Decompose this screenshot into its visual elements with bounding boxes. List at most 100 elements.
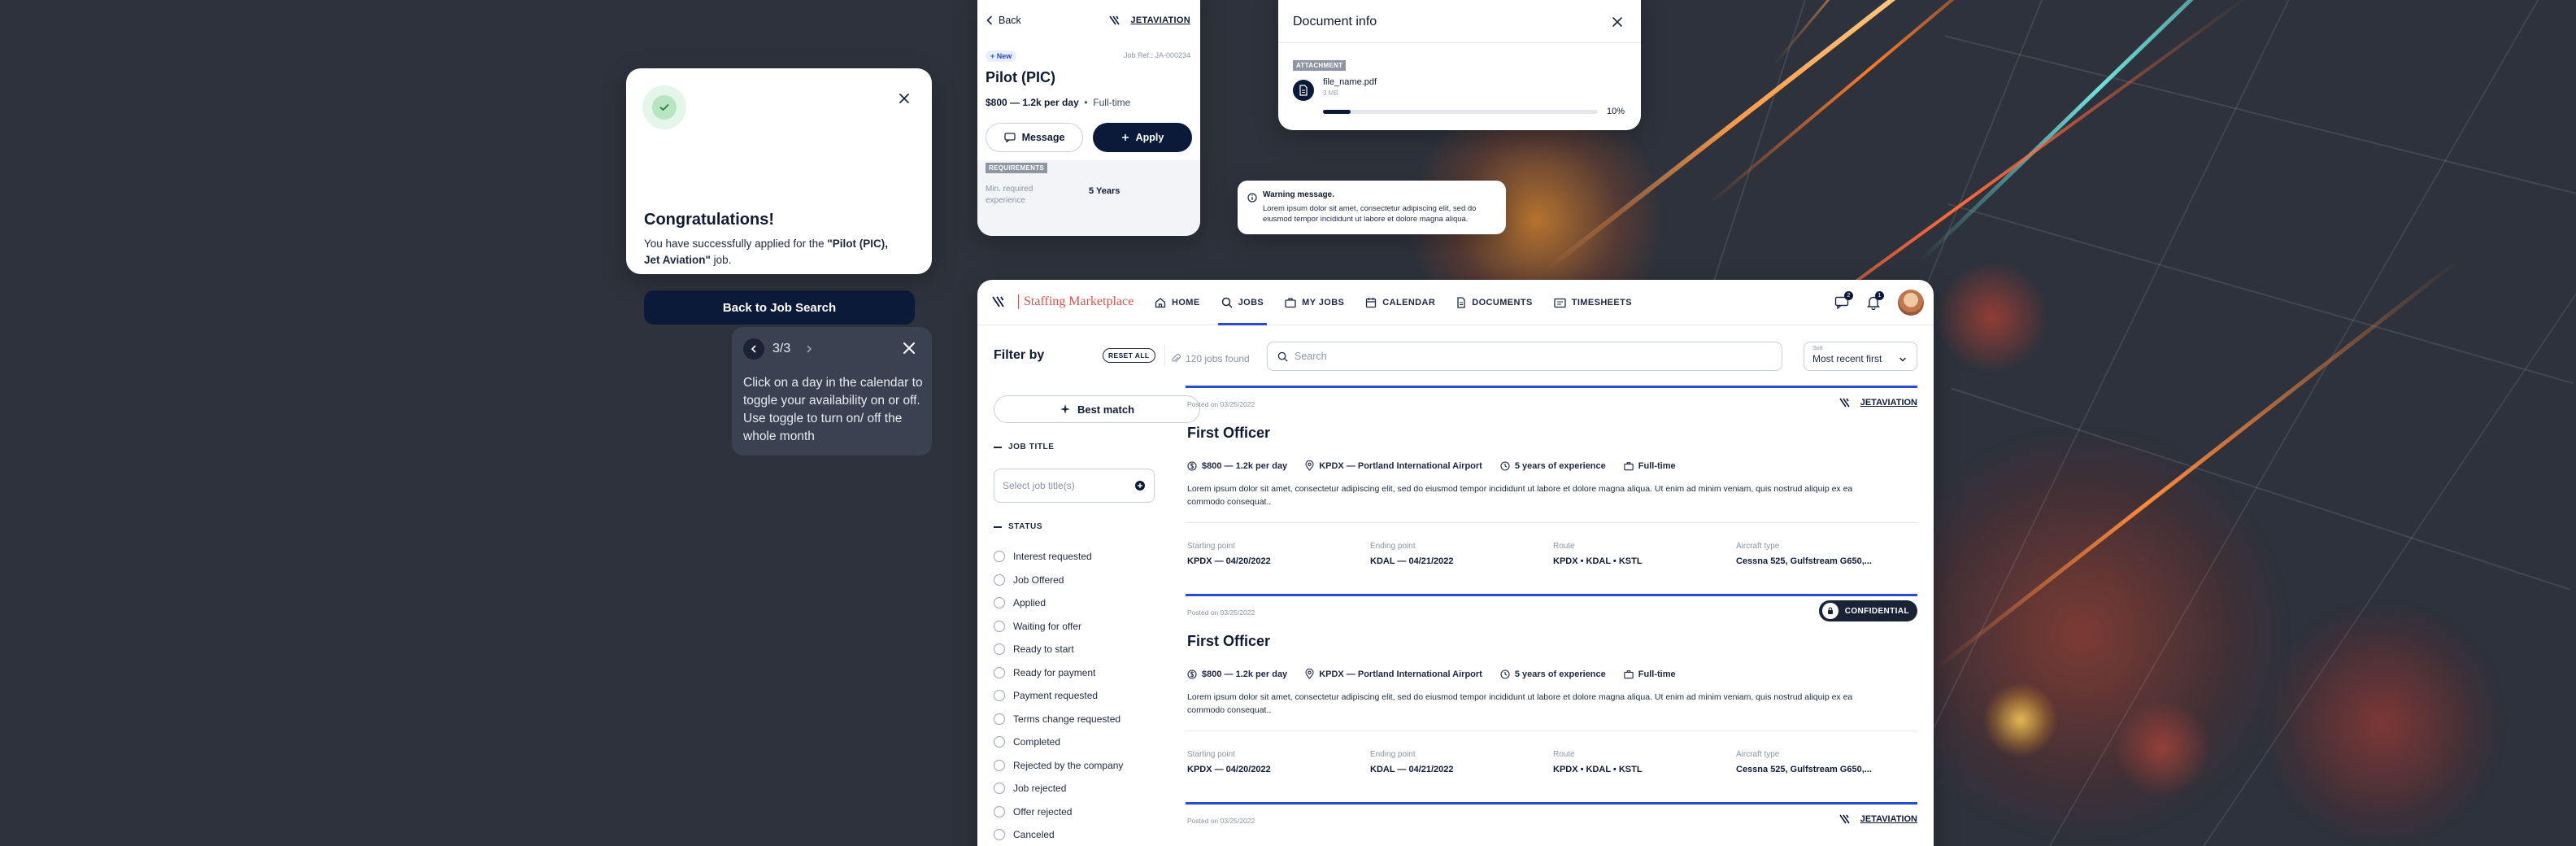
sort-select[interactable]: Sort Most recent first — [1804, 342, 1917, 371]
job-card[interactable]: Posted on 03/25/2022 JETAVIATION — [1186, 802, 1917, 846]
sparkle-icon — [1060, 404, 1070, 414]
apply-button[interactable]: Apply — [1093, 123, 1192, 152]
upload-progress-bar — [1323, 110, 1598, 114]
search-icon — [1277, 351, 1288, 362]
job-experience: 5 years of experience — [1500, 669, 1606, 679]
job-description: Lorem ipsum dolor sit amet, consectetur … — [1187, 484, 1853, 507]
jobs-found-count: 120 jobs found — [1171, 353, 1250, 364]
requirement-label: Min. required experience — [986, 185, 1033, 205]
radio-button[interactable] — [994, 736, 1005, 748]
job-rate: $800 — 1.2k per day — [1187, 669, 1287, 679]
close-icon[interactable] — [901, 340, 917, 356]
starting-point: Starting point KPDX — 04/20/2022 — [1187, 750, 1271, 774]
status-option[interactable]: Payment requested — [994, 684, 1123, 708]
aircraft-type: Aircraft type Cessna 525, Gulfstream G650… — [1736, 542, 1872, 566]
nav-calendar[interactable]: CALENDAR — [1365, 280, 1435, 325]
status-option[interactable]: Job Offered — [994, 569, 1123, 592]
radio-button[interactable] — [994, 759, 1005, 771]
job-title-section-label: JOB TITLE — [994, 443, 1055, 451]
radio-button[interactable] — [994, 643, 1005, 656]
radio-button[interactable] — [994, 620, 1005, 632]
requirement-value: 5 Years — [1089, 186, 1120, 196]
radio-button[interactable] — [994, 666, 1005, 678]
brand-logo[interactable]: Staffing Marketplace — [992, 294, 1134, 309]
status-option[interactable]: Ready for payment — [994, 661, 1123, 685]
status-option[interactable]: Offer rejected — [994, 800, 1123, 824]
job-title[interactable]: First Officer — [1187, 633, 1270, 650]
status-option[interactable]: Completed — [994, 730, 1123, 754]
top-navbar: Staffing Marketplace HOME JOBS MY JOBS C… — [977, 280, 1934, 325]
status-option[interactable]: Job rejected — [994, 777, 1123, 800]
radio-button[interactable] — [994, 713, 1005, 725]
status-option-label: Terms change requested — [1013, 713, 1121, 725]
status-option-label: Offer rejected — [1013, 805, 1073, 818]
status-filter-list: Interest requested Job Offered Applied Wait… — [994, 545, 1123, 846]
radio-button[interactable] — [994, 597, 1005, 609]
notifications-button[interactable]: 1 — [1867, 290, 1884, 310]
clock-icon — [1500, 460, 1510, 471]
message-button[interactable]: Message — [986, 123, 1083, 152]
radio-button[interactable] — [994, 551, 1005, 563]
job-title[interactable]: First Officer — [1187, 425, 1270, 442]
status-option[interactable]: Interest requested — [994, 545, 1123, 569]
route: Route KPDX • KDAL • KSTL — [1553, 750, 1643, 774]
status-option[interactable]: Terms change requested — [994, 708, 1123, 731]
job-card[interactable]: Posted on 03/25/2022 CONFIDENTIAL First … — [1186, 594, 1917, 789]
radio-button[interactable] — [994, 573, 1005, 586]
status-option[interactable]: Canceled — [994, 823, 1123, 846]
close-icon[interactable] — [1612, 15, 1623, 29]
file-size: 3 MB — [1323, 89, 1338, 97]
back-to-job-search-button[interactable]: Back to Job Search — [644, 290, 915, 325]
confidential-badge: CONFIDENTIAL — [1818, 600, 1917, 621]
radio-button[interactable] — [994, 690, 1005, 702]
new-badge: + New — [986, 50, 1017, 62]
status-option[interactable]: Applied — [994, 591, 1123, 615]
nav-documents[interactable]: DOCUMENTS — [1456, 280, 1533, 325]
status-option[interactable]: Waiting for offer — [994, 615, 1123, 639]
radio-button[interactable] — [994, 829, 1005, 841]
posted-date: Posted on 03/25/2022 — [1187, 400, 1255, 408]
nav-timesheets[interactable]: TIMESHEETS — [1554, 280, 1632, 325]
upload-progress-text: 10% — [1606, 107, 1625, 116]
reset-all-button[interactable]: RESET ALL — [1103, 348, 1155, 363]
timesheet-icon — [1554, 298, 1566, 307]
jet-aviation-logo: JETAVIATION — [1109, 15, 1190, 26]
clock-icon — [1500, 669, 1510, 679]
nav-home[interactable]: HOME — [1155, 280, 1200, 325]
user-avatar[interactable] — [1898, 290, 1924, 316]
previous-step-button[interactable] — [743, 338, 764, 360]
job-title-select[interactable]: Select job title(s) — [994, 469, 1155, 503]
status-option[interactable]: Ready to start — [994, 638, 1123, 661]
radio-button[interactable] — [994, 783, 1005, 795]
light-streak — [1917, 0, 2365, 264]
status-section-label: STATUS — [994, 522, 1042, 531]
next-step-button[interactable] — [798, 338, 820, 360]
status-option[interactable]: Rejected by the company — [994, 754, 1123, 778]
status-option-label: Payment requested — [1013, 690, 1099, 702]
panel-title: Document info — [1293, 15, 1377, 28]
close-icon[interactable] — [898, 91, 911, 106]
nav-my-jobs[interactable]: MY JOBS — [1285, 280, 1344, 325]
best-match-button[interactable]: Best match — [994, 395, 1200, 423]
location-pin-icon — [1305, 460, 1314, 471]
messages-button[interactable]: 2 — [1834, 291, 1853, 310]
job-rate: $800 — 1.2k per day • Full-time — [986, 97, 1131, 108]
radio-button[interactable] — [994, 805, 1005, 818]
job-airport: KPDX — Portland International Airport — [1305, 669, 1482, 679]
job-rate: $800 — 1.2k per day — [1187, 460, 1287, 471]
nav-jobs[interactable]: JOBS — [1217, 280, 1267, 325]
background-glow — [2114, 700, 2212, 797]
route: Route KPDX • KDAL • KSTL — [1553, 542, 1643, 566]
jet-aviation-logo: JETAVIATION — [1839, 813, 1917, 825]
notification-count-badge: 1 — [1875, 290, 1884, 300]
search-input[interactable]: Search — [1267, 342, 1782, 371]
onboarding-tooltip: 3/3 Click on a day in the calendar to to… — [732, 327, 932, 456]
dialog-title: Congratulations! — [644, 211, 774, 229]
requirements-badge: REQUIREMENTS — [986, 163, 1048, 173]
document-info-panel: Document info ATTACHMENT file_name.pdf 3… — [1278, 0, 1641, 130]
home-icon — [1155, 298, 1166, 308]
status-option-label: Ready to start — [1013, 643, 1074, 656]
back-link[interactable]: Back — [986, 15, 1021, 26]
job-card[interactable]: Posted on 03/25/2022 JETAVIATION First O… — [1186, 386, 1917, 581]
dollar-icon — [1187, 460, 1197, 471]
